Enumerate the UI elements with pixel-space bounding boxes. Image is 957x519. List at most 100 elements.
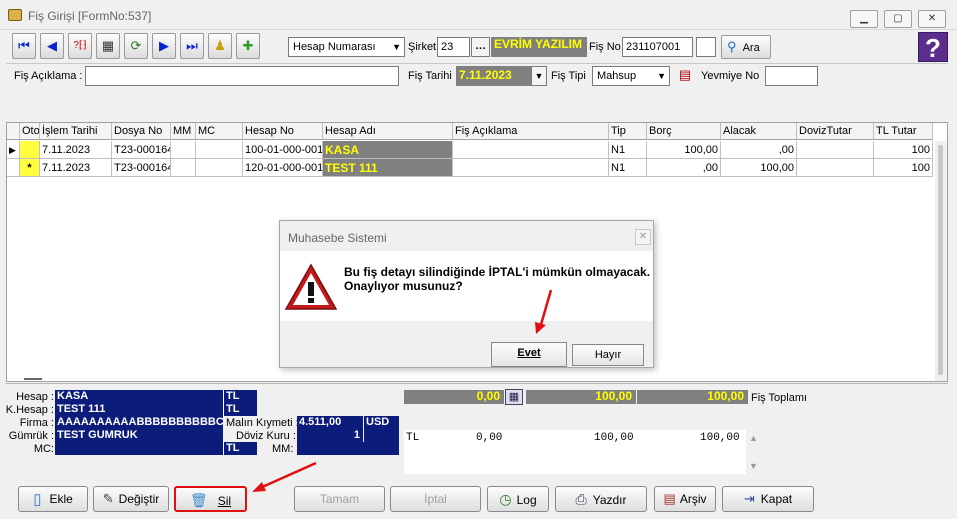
column-header-hesap-adi[interactable]: Hesap Adı [323,123,453,140]
column-header-hesap-no[interactable]: Hesap No [243,123,323,140]
grid-cell[interactable] [171,141,196,159]
fis-tarihi-label: Fiş Tarihi [408,70,452,82]
hesap-value: KASA [55,390,223,403]
grid-cell[interactable]: TEST 111 [323,159,453,177]
firma-label: Firma : [19,417,54,429]
grid-cell[interactable]: 100-01-000-001 [243,141,323,159]
column-header-doviz-tutar[interactable]: DovizTutar [797,123,874,140]
vertical-scrollbar[interactable] [935,141,947,381]
grid-cell[interactable] [797,159,874,177]
panel-divider [6,383,948,384]
fis-tipi-select[interactable]: Mahsup ▼ [592,66,670,86]
column-header-alacak[interactable]: Alacak [721,123,797,140]
grid-cell[interactable] [196,141,243,159]
clock-icon: ◷ [499,491,512,507]
edit-button[interactable]: ✎ Değiştir [93,486,169,512]
grid-cell[interactable]: 7.11.2023 [40,141,112,159]
grid-cell[interactable]: KASA [323,141,453,159]
sirket-lookup-button[interactable]: … [471,37,490,57]
print-preview-icon[interactable]: ▤ [676,66,694,84]
user-add-icon[interactable]: ✚ [236,33,260,59]
grid-corner [7,123,20,140]
no-button[interactable]: Hayır [572,344,644,366]
warning-icon [284,263,338,310]
grid-cell[interactable]: 100 [874,141,933,159]
delete-button[interactable]: 🗑 Sil [174,486,247,512]
grid-cell[interactable] [171,159,196,177]
maximize-button[interactable]: ▢ [884,10,912,28]
scroll-up-icon[interactable]: ▲ [749,433,758,443]
grid-cell[interactable]: 100,00 [721,159,797,177]
last-record-icon[interactable]: ⏭ [180,33,204,59]
grid-cell[interactable] [20,141,40,159]
column-header-oto[interactable]: Oto [20,123,40,140]
row-indicator: ▶ [7,141,20,159]
column-header-borc[interactable]: Borç [647,123,721,140]
column-header-islem-tarihi[interactable]: İşlem Tarihi [40,123,112,140]
yes-button[interactable]: Evet [491,342,567,367]
user-remove-icon[interactable]: ♟ [208,33,232,59]
log-button[interactable]: ◷ Log [487,486,549,512]
sirket-input[interactable]: 23 [437,37,470,57]
karsi-hesap-currency: TL [223,403,257,416]
grid-cell[interactable]: N1 [609,141,647,159]
grid-cell[interactable]: 100,00 [647,141,721,159]
help-button[interactable]: ? [918,32,948,63]
column-header-tl-tutar[interactable]: TL Tutar [874,123,933,140]
query-icon[interactable]: ?⁅⁆ [68,33,92,59]
cancel-button[interactable]: İptal [390,486,481,512]
fis-tarihi-input[interactable]: 7.11.2023 [456,66,531,86]
previous-record-icon[interactable]: ◀ [40,33,64,59]
mm-label: MM: [272,443,294,455]
fis-no-input[interactable]: 231107001 [622,37,693,57]
grid-cell[interactable]: N1 [609,159,647,177]
grid-cell[interactable]: T23-000164 [112,141,171,159]
grid-cell[interactable] [453,141,609,159]
scroll-down-icon[interactable]: ▼ [749,461,758,471]
grid-cell[interactable]: ,00 [721,141,797,159]
column-header-fis-aciklama[interactable]: Fiş Açıklama [453,123,609,140]
currency-total-3: 100,00 [700,432,740,444]
calculator-icon[interactable]: ▦ [96,33,120,59]
add-button[interactable]: ▯ Ekle [18,486,88,512]
fis-aciklama-input[interactable] [85,66,399,86]
yevmiye-no-input[interactable] [765,66,818,86]
dialog-close-icon[interactable]: ✕ [635,229,651,245]
next-record-icon[interactable]: ▶ [152,33,176,59]
grid-cell[interactable]: * [20,159,40,177]
doviz-kuru-value: 1 [297,429,363,442]
new-document-icon: ▯ [33,490,42,508]
refresh-icon[interactable]: ⟳ [124,33,148,59]
column-header-dosya-no[interactable]: Dosya No [112,123,171,140]
calculator-icon[interactable]: ▦ [505,389,523,405]
column-header-mm[interactable]: MM [171,123,196,140]
search-button[interactable]: ⚲ Ara [721,35,771,59]
grid-cell[interactable]: 7.11.2023 [40,159,112,177]
fis-no-suffix-input[interactable] [696,37,716,57]
window-title: Fiş Girişi [FormNo:537] [28,9,152,23]
doviz-kuru-label: Döviz Kuru : [236,430,296,442]
chevron-down-icon: ▼ [657,71,666,81]
account-type-select[interactable]: Hesap Numarası ▼ [288,37,405,57]
splitter-handle[interactable] [24,378,42,380]
column-header-mc[interactable]: MC [196,123,243,140]
grid-cell[interactable]: 100 [874,159,933,177]
grid-cell[interactable]: T23-000164 [112,159,171,177]
date-picker-icon[interactable]: ▼ [531,66,547,86]
grid-cell[interactable]: 120-01-000-001 [243,159,323,177]
ok-button[interactable]: Tamam [294,486,385,512]
karsi-hesap-value: TEST 111 [55,403,223,416]
grid-cell[interactable] [453,159,609,177]
scrollbar-thumb[interactable] [938,145,943,375]
grid-cell[interactable] [797,141,874,159]
close-form-button[interactable]: ⇥ Kapat [722,486,814,512]
archive-button[interactable]: ▤ Arşiv [654,486,716,512]
close-button[interactable]: ✕ [918,10,946,28]
column-header-tip[interactable]: Tip [609,123,647,140]
minimize-button[interactable]: ▁ [850,10,878,28]
grid-cell[interactable] [196,159,243,177]
grid-cell[interactable]: ,00 [647,159,721,177]
print-button[interactable]: ⎙ Yazdır [555,486,647,512]
first-record-icon[interactable]: ⏮ [12,33,36,59]
total-borc: 100,00 [526,390,636,404]
